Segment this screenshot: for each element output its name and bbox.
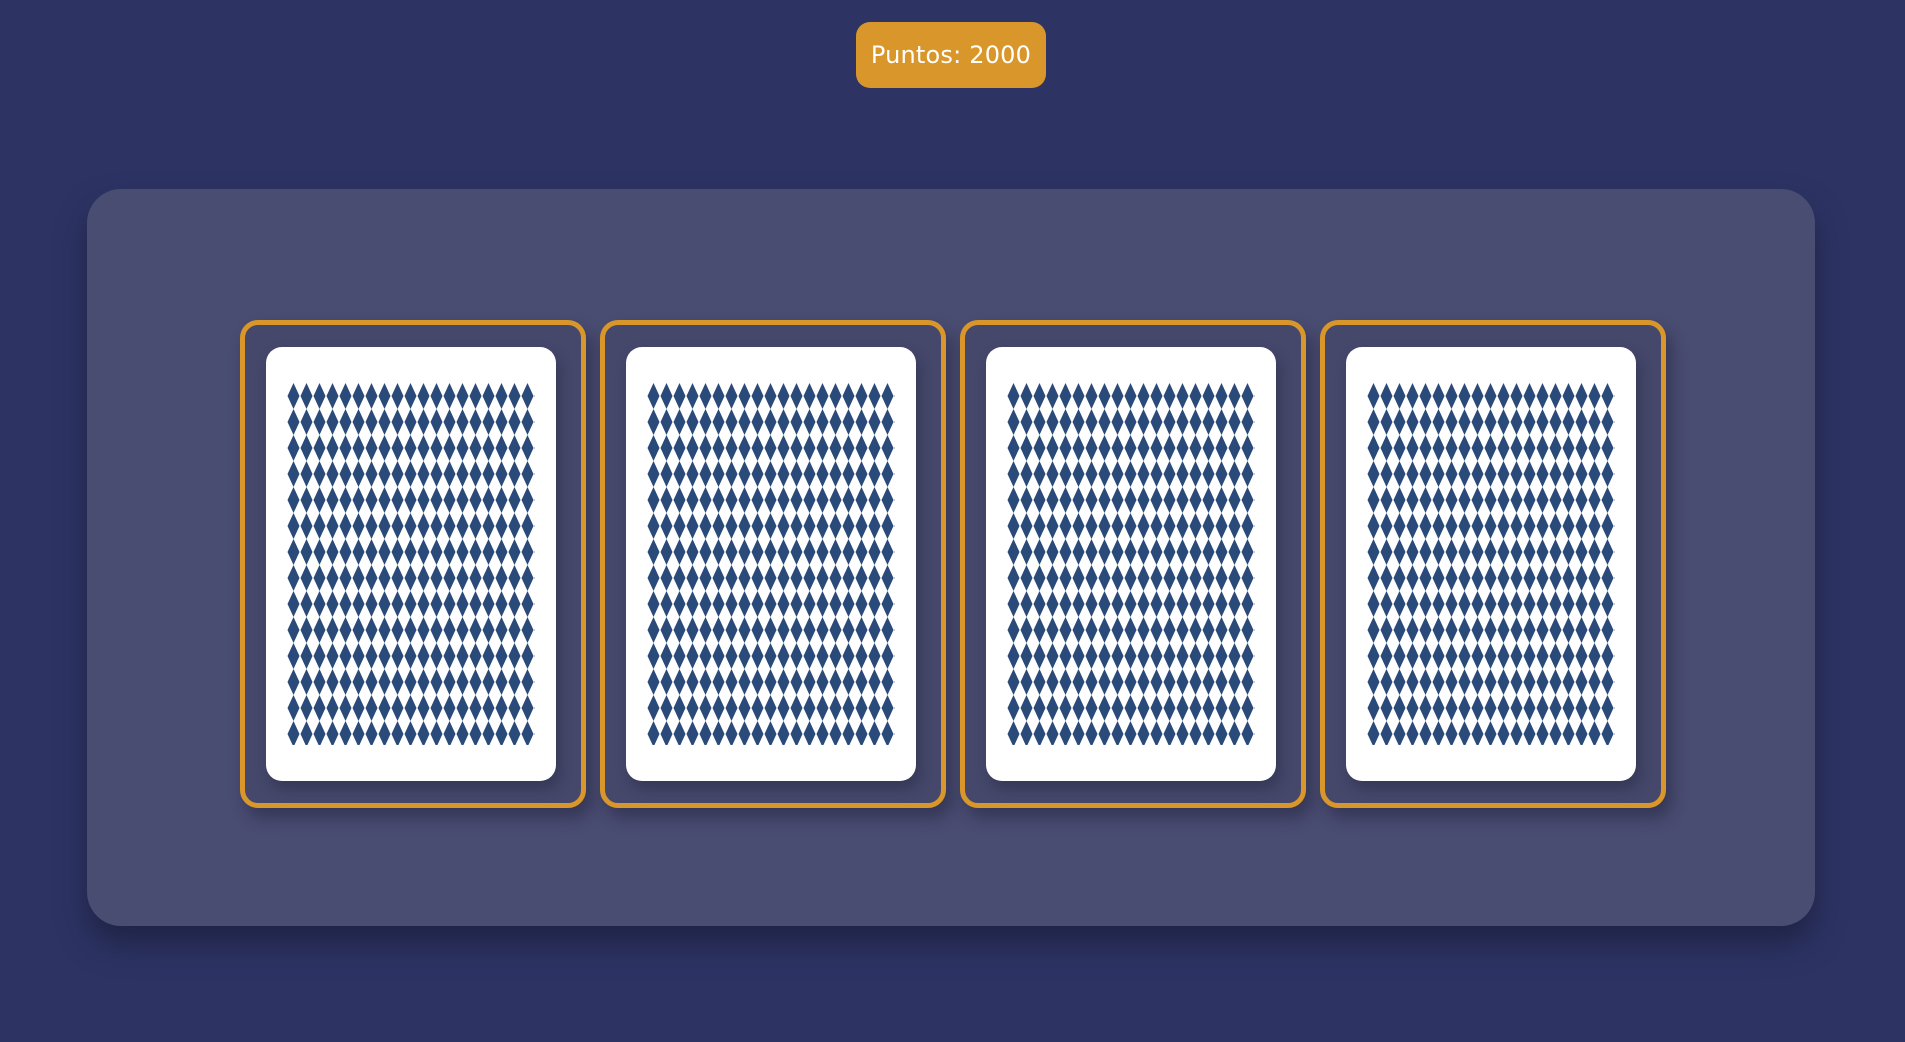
card-back-2[interactable] [626,347,916,781]
score-badge: Puntos: 2000 [856,22,1046,88]
card-back-3[interactable] [986,347,1276,781]
card-slot-3[interactable] [960,320,1306,808]
diamond-pattern-icon [647,383,895,745]
card-back-4[interactable] [1346,347,1636,781]
score-label: Puntos: 2000 [870,41,1032,69]
diamond-pattern-icon [1367,383,1615,745]
card-slot-2[interactable] [600,320,946,808]
diamond-pattern-icon [287,383,535,745]
card-back-1[interactable] [266,347,556,781]
card-slot-4[interactable] [1320,320,1666,808]
card-slot-1[interactable] [240,320,586,808]
diamond-pattern-icon [1007,383,1255,745]
